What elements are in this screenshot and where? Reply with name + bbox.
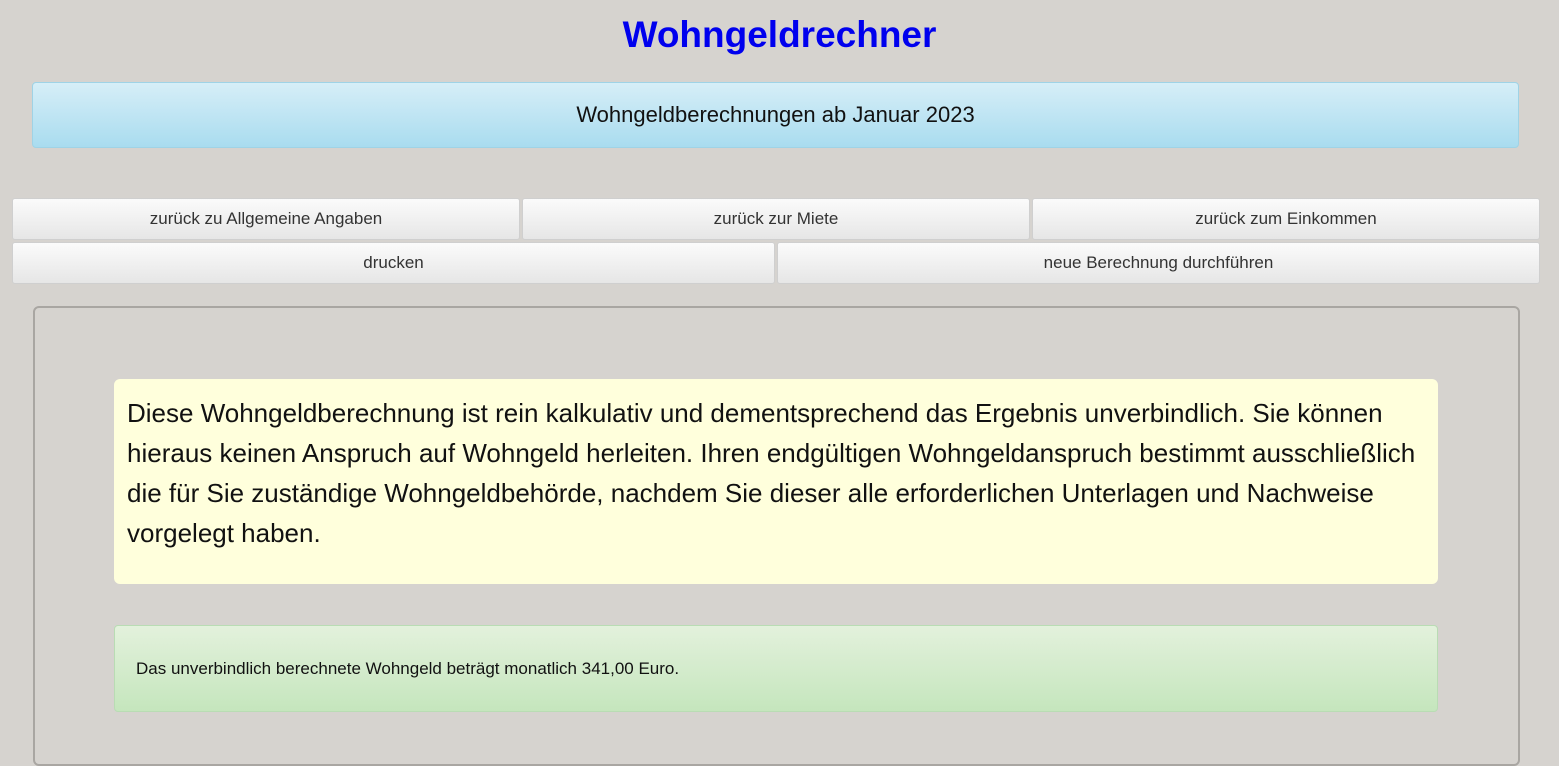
- print-button[interactable]: drucken: [12, 242, 775, 284]
- disclaimer-box: Diese Wohngeldberechnung ist rein kalkul…: [114, 379, 1438, 584]
- result-text: Das unverbindlich berechnete Wohngeld be…: [136, 658, 680, 678]
- back-to-general-info-button[interactable]: zurück zu Allgemeine Angaben: [12, 198, 520, 240]
- back-to-rent-button[interactable]: zurück zur Miete: [522, 198, 1030, 240]
- back-to-income-button[interactable]: zurück zum Einkommen: [1032, 198, 1540, 240]
- navigation-row-actions: drucken neue Berechnung durchführen: [12, 242, 1540, 284]
- page-title: Wohngeldrechner: [622, 14, 937, 55]
- banner-text: Wohngeldberechnungen ab Januar 2023: [576, 102, 975, 127]
- navigation-row-back: zurück zu Allgemeine Angaben zurück zur …: [12, 198, 1540, 240]
- result-box: Das unverbindlich berechnete Wohngeld be…: [114, 625, 1438, 712]
- new-calculation-button[interactable]: neue Berechnung durchführen: [777, 242, 1540, 284]
- calculation-period-banner: Wohngeldberechnungen ab Januar 2023: [32, 82, 1519, 148]
- disclaimer-text: Diese Wohngeldberechnung ist rein kalkul…: [127, 398, 1416, 548]
